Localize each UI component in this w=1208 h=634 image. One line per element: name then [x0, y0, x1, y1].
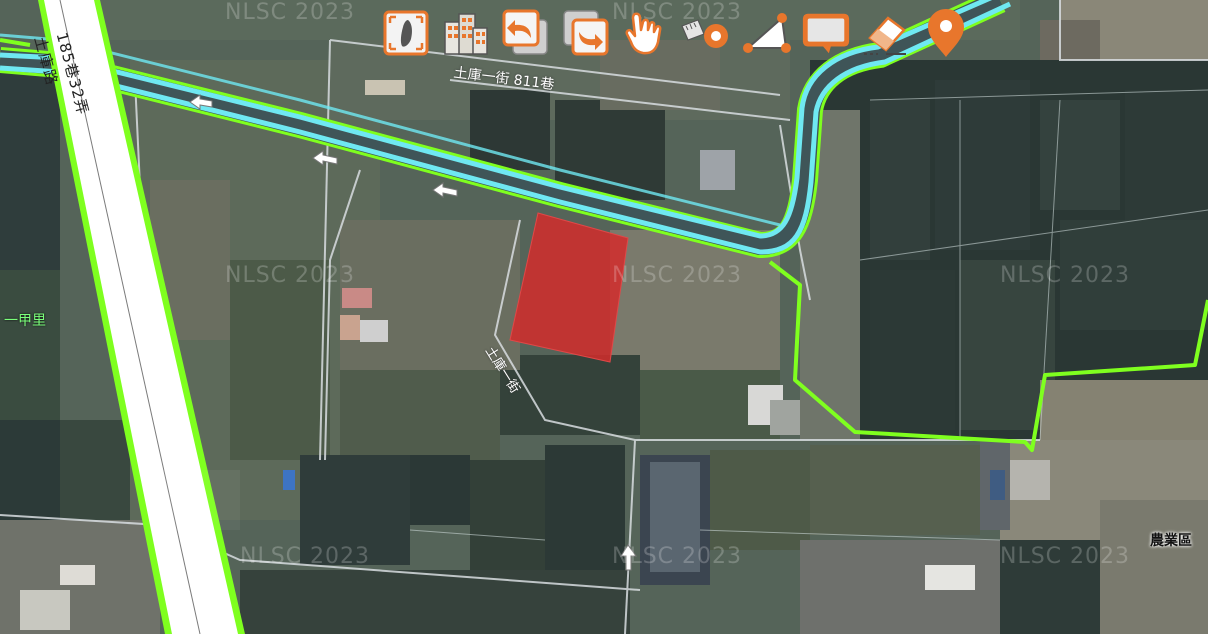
measure-distance-icon — [681, 19, 728, 48]
watermark: NLSC 2023 — [225, 263, 356, 288]
taiwan-extent-icon — [383, 10, 429, 56]
text-box-icon — [802, 13, 850, 54]
eraser-icon — [864, 16, 906, 55]
buildings-icon — [444, 13, 488, 55]
measure-distance-button[interactable] — [680, 8, 732, 58]
text-box-button[interactable] — [800, 8, 852, 58]
watermark: NLSC 2023 — [240, 544, 371, 569]
buildings-button[interactable] — [440, 8, 492, 58]
pan-button[interactable] — [620, 8, 672, 58]
redo-button[interactable] — [560, 8, 612, 58]
place-label-farm-area: 農業區 — [1150, 533, 1192, 549]
measure-area-icon — [743, 13, 791, 53]
undo-icon — [502, 9, 548, 55]
map-toolbar — [380, 6, 972, 60]
watermark: NLSC 2023 — [612, 263, 743, 288]
place-label-village: 一甲里 — [4, 313, 46, 329]
taiwan-extent-button[interactable] — [380, 8, 432, 58]
eraser-button[interactable] — [860, 8, 912, 58]
watermark: NLSC 2023 — [225, 0, 356, 25]
location-pin-button[interactable] — [920, 8, 972, 58]
location-pin-icon — [928, 9, 964, 57]
pan-hand-icon — [625, 12, 662, 55]
satellite-map[interactable] — [0, 0, 1208, 634]
measure-area-button[interactable] — [740, 8, 792, 58]
undo-button[interactable] — [500, 8, 552, 58]
map-view[interactable]: NLSC 2023 NLSC 2023 NLSC 2023 NLSC 2023 … — [0, 0, 1208, 634]
watermark: NLSC 2023 — [612, 544, 743, 569]
watermark: NLSC 2023 — [1000, 263, 1131, 288]
watermark: NLSC 2023 — [1000, 544, 1131, 569]
redo-icon — [563, 10, 609, 56]
